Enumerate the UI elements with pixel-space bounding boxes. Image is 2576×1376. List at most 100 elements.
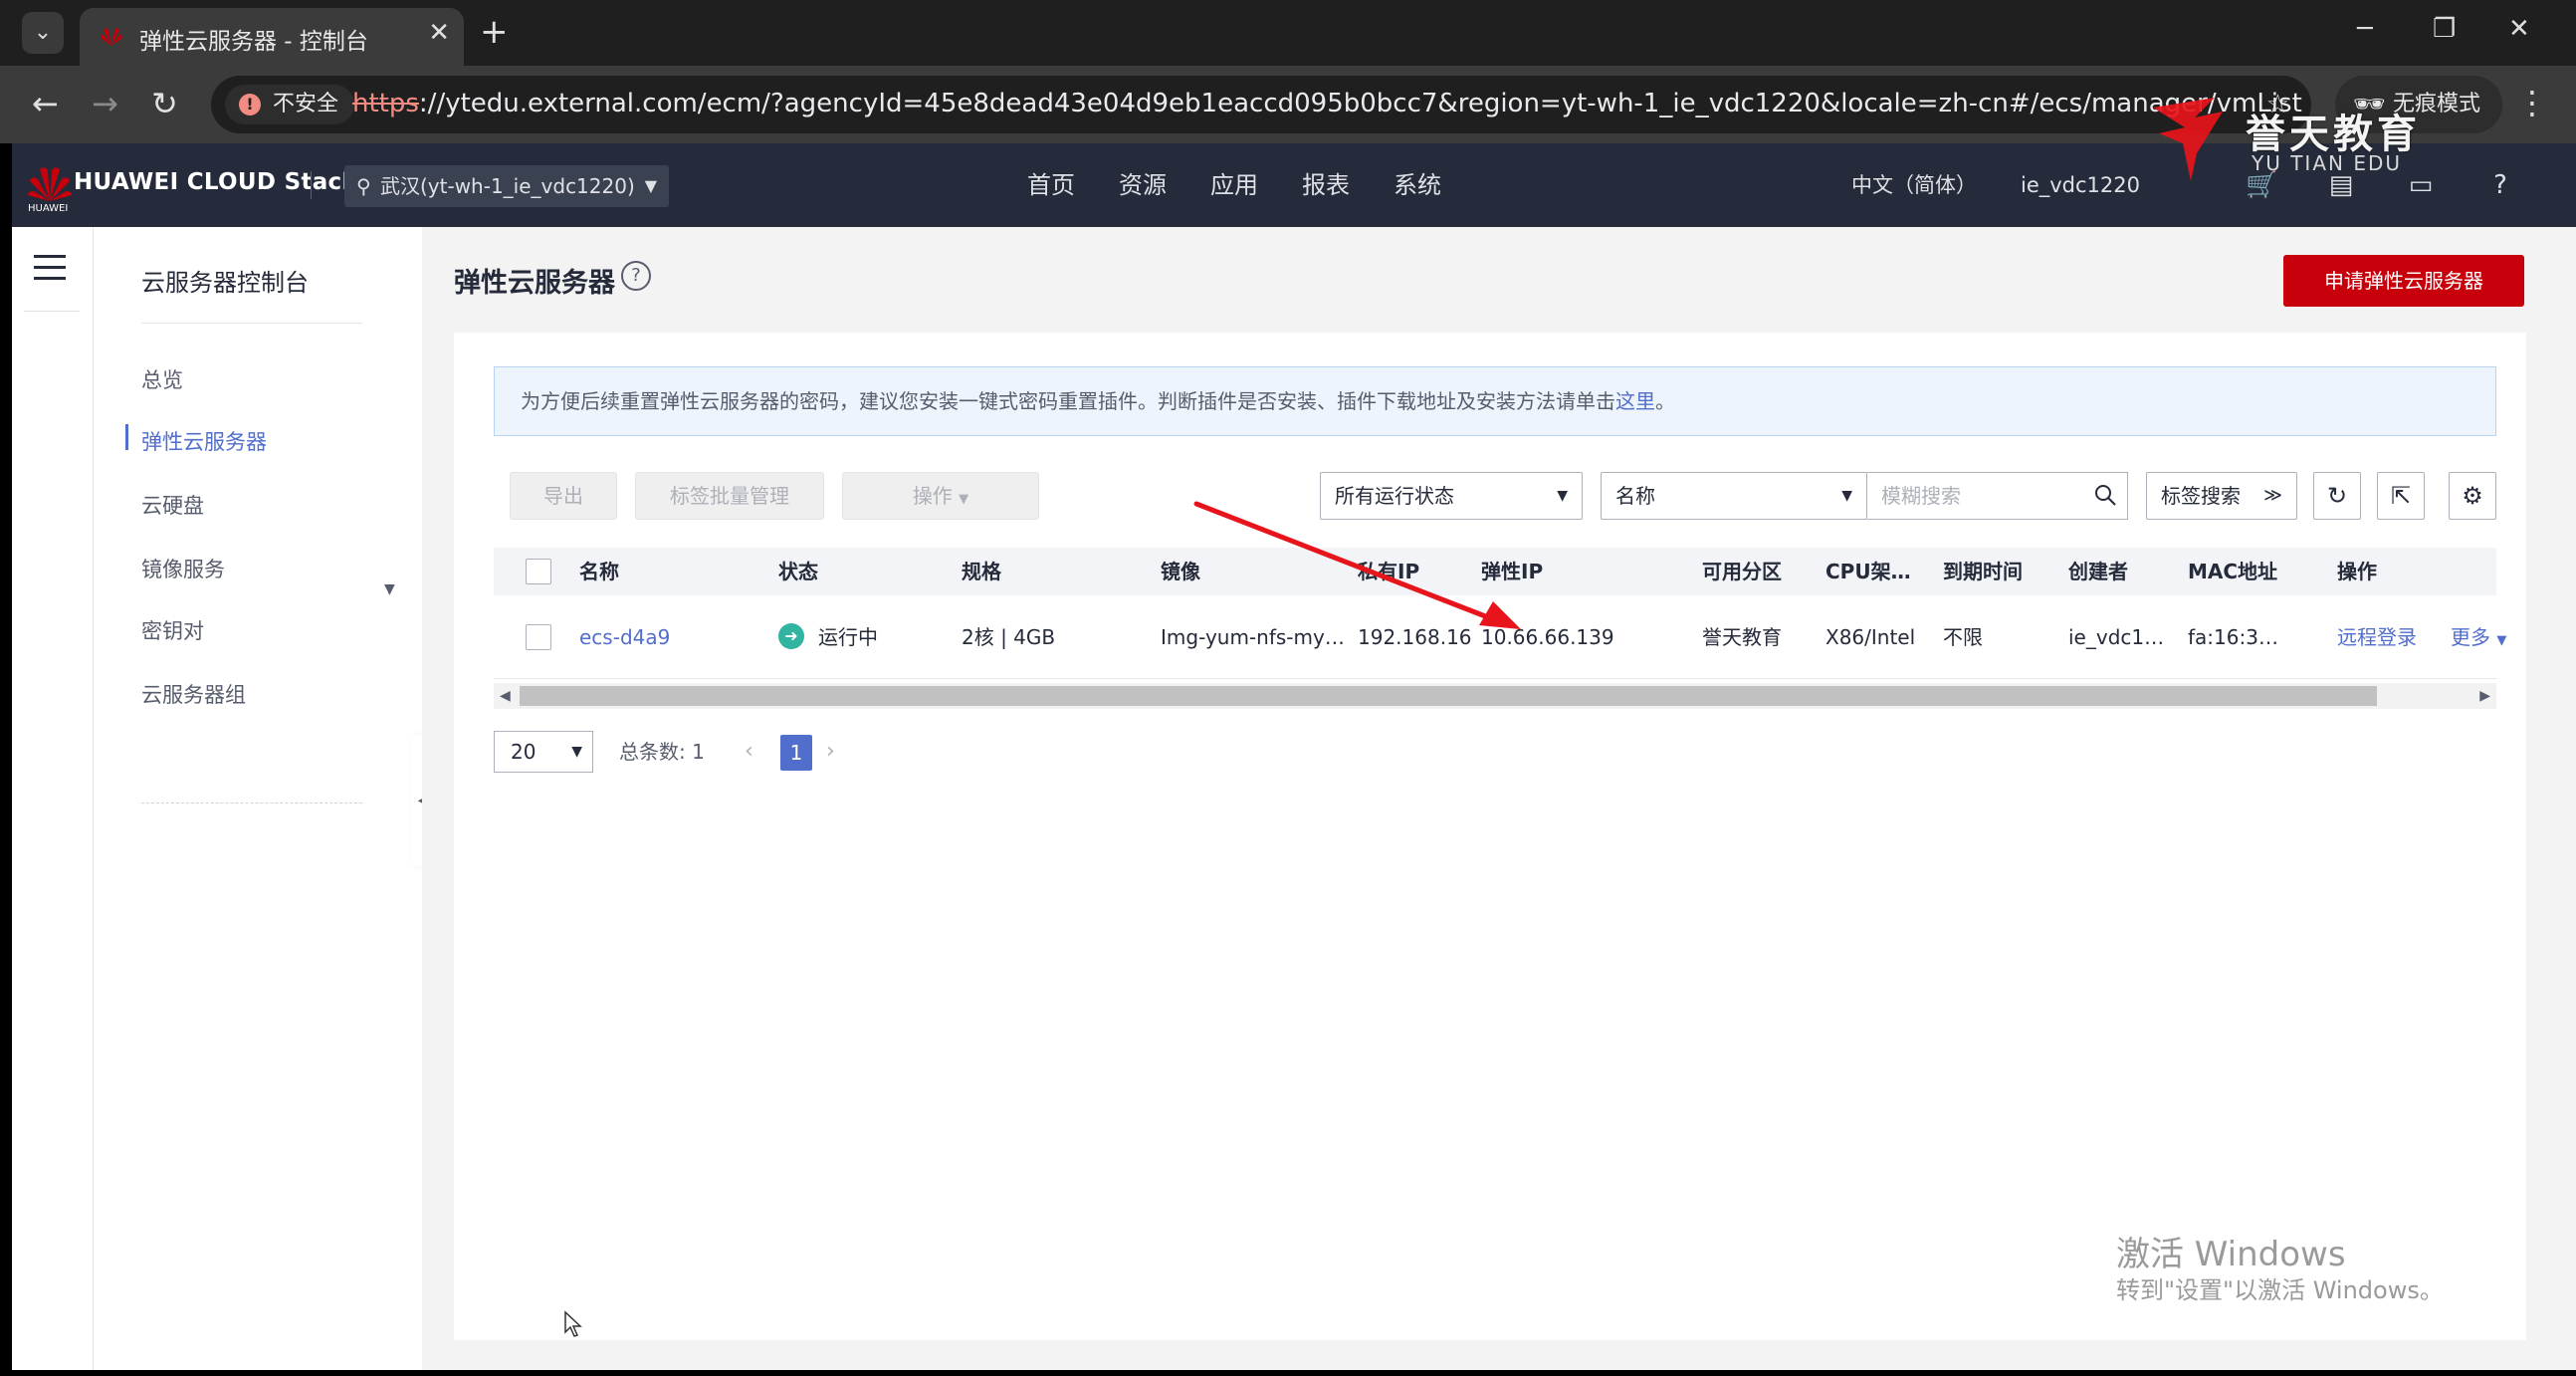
sidebar-item-ecs[interactable]: 弹性云服务器: [141, 426, 267, 456]
search-box[interactable]: [1867, 472, 2128, 520]
sidebar-divider: [141, 323, 362, 324]
question-icon[interactable]: ?: [621, 261, 651, 291]
running-status-icon: ➜: [778, 623, 804, 649]
forward-icon[interactable]: →: [92, 86, 118, 121]
sidebar-item-keypair[interactable]: 密钥对: [141, 615, 204, 645]
reload-icon[interactable]: ↻: [151, 86, 178, 121]
tag-search-button[interactable]: 标签搜索 ≫: [2146, 472, 2297, 520]
help-icon[interactable]: ?: [2484, 169, 2516, 201]
col-image[interactable]: 镜像: [1161, 548, 1200, 595]
select-all-checkbox[interactable]: [526, 559, 551, 584]
new-tab-icon[interactable]: +: [480, 12, 509, 52]
huawei-favicon-icon: [101, 28, 122, 46]
col-mac[interactable]: MAC地址: [2188, 548, 2277, 595]
console-app: HUAWEI HUAWEI CLOUD Stack ⚲ 武汉(yt-wh-1_i…: [12, 143, 2576, 1370]
address-bar[interactable]: ! 不安全 https://ytedu.external.com/ecm/?ag…: [211, 76, 2311, 133]
chevron-down-icon: ▼: [2496, 633, 2507, 648]
field-filter-value: 名称: [1615, 484, 1655, 508]
export-button[interactable]: 导出: [510, 472, 617, 520]
sidebar-item-evs[interactable]: 云硬盘: [141, 490, 204, 520]
next-page-icon[interactable]: ›: [826, 731, 835, 773]
status-filter[interactable]: 所有运行状态 ▼: [1320, 472, 1583, 520]
security-indicator[interactable]: ! 不安全: [225, 85, 355, 124]
more-actions-link[interactable]: 更多 ▼: [2451, 595, 2506, 683]
minimize-window-icon[interactable]: ─: [2357, 14, 2373, 44]
horizontal-scrollbar[interactable]: ◀ ▶: [494, 683, 2496, 709]
nav-system[interactable]: 系统: [1394, 143, 1441, 227]
huawei-wordmark: HUAWEI: [28, 203, 69, 214]
status-filter-value: 所有运行状态: [1335, 484, 1454, 508]
tab-title: 弹性云服务器 - 控制台: [139, 29, 368, 55]
nav-apps[interactable]: 应用: [1210, 143, 1258, 227]
close-tab-icon[interactable]: ✕: [428, 18, 450, 48]
scroll-left-icon[interactable]: ◀: [500, 683, 511, 709]
export-list-icon[interactable]: ⇱: [2377, 472, 2425, 520]
total-value: 1: [692, 740, 705, 764]
prev-page-icon[interactable]: ‹: [745, 731, 753, 773]
field-filter[interactable]: 名称 ▼: [1601, 472, 1867, 520]
sidebar-item-server-group[interactable]: 云服务器组: [141, 679, 246, 709]
tag-batch-button[interactable]: 标签批量管理: [635, 472, 824, 520]
main-nav: 首页 资源 应用 报表 系统: [1027, 143, 1441, 227]
server-name-link[interactable]: ecs-d4a9: [579, 595, 670, 679]
menu-icon[interactable]: [34, 255, 66, 288]
sidebar: 云服务器控制台 总览 弹性云服务器 云硬盘 ▼ 镜像服务 密钥对 云服务器组: [94, 227, 422, 1370]
restore-window-icon[interactable]: ❐: [2433, 14, 2456, 44]
col-az[interactable]: 可用分区: [1702, 548, 1782, 595]
notice-link[interactable]: 这里: [1615, 389, 1655, 413]
sidebar-item-overview[interactable]: 总览: [141, 364, 183, 394]
language-switcher[interactable]: 中文（简体）: [1851, 143, 1977, 227]
nav-home[interactable]: 首页: [1027, 143, 1075, 227]
messages-icon[interactable]: ▭: [2405, 169, 2437, 201]
col-eip[interactable]: 弹性IP: [1481, 548, 1543, 595]
col-creator[interactable]: 创建者: [2068, 548, 2128, 595]
tab-search-button[interactable]: ⌄: [22, 12, 64, 54]
col-cpu[interactable]: CPU架…: [1825, 548, 1911, 595]
back-icon[interactable]: ←: [32, 86, 59, 121]
close-window-icon[interactable]: ✕: [2508, 14, 2530, 44]
col-private-ip[interactable]: 私有IP: [1358, 548, 1419, 595]
col-spec[interactable]: 规格: [962, 548, 1001, 595]
search-icon[interactable]: [2093, 483, 2117, 507]
col-name[interactable]: 名称: [579, 548, 619, 595]
chevron-down-icon: ▼: [644, 176, 657, 195]
header-divider: [311, 171, 312, 199]
scrollbar-thumb[interactable]: [520, 686, 2377, 706]
settings-gear-icon[interactable]: ⚙: [2449, 472, 2496, 520]
apply-ecs-button[interactable]: 申请弹性云服务器: [2283, 255, 2524, 307]
current-page[interactable]: 1: [780, 735, 812, 771]
service-rail: [12, 227, 94, 1370]
remote-login-link[interactable]: 远程登录: [2337, 595, 2417, 679]
browser-tab[interactable]: 弹性云服务器 - 控制台 ✕: [80, 8, 464, 66]
main-content: 弹性云服务器 ? 申请弹性云服务器 为方便后续重置弹性云服务器的密码，建议您安装…: [422, 227, 2576, 1370]
page-size-select[interactable]: 20 ▼: [494, 731, 593, 773]
watermark-brand-en: YU TIAN EDU: [2252, 151, 2403, 175]
chevron-down-icon: ▼: [1557, 488, 1568, 504]
eip-value: 10.66.66.139: [1481, 625, 1614, 649]
row-checkbox[interactable]: [526, 624, 551, 650]
total-label: 总条数:: [619, 740, 686, 764]
table-row[interactable]: ecs-d4a9 ➜ 运行中 2核 | 4GB Img-yum-nfs-my… …: [494, 595, 2506, 679]
browser-menu-icon[interactable]: ⋮: [2516, 84, 2548, 121]
operations-dropdown[interactable]: 操作 ▼: [842, 472, 1039, 520]
image-value[interactable]: Img-yum-nfs-my…: [1161, 595, 1345, 679]
double-chevron-down-icon: ≫: [2263, 485, 2282, 506]
user-menu[interactable]: ie_vdc1220: [2021, 143, 2140, 227]
more-label: 更多: [2451, 625, 2490, 649]
col-expire[interactable]: 到期时间: [1943, 548, 2023, 595]
mac-value: fa:16:3…: [2188, 625, 2278, 649]
product-brand: HUAWEI CLOUD Stack: [74, 169, 358, 195]
url-text[interactable]: https://ytedu.external.com/ecm/?agencyId…: [352, 89, 2302, 118]
refresh-icon[interactable]: ↻: [2313, 472, 2361, 520]
active-indicator: [125, 424, 128, 450]
region-selector[interactable]: ⚲ 武汉(yt-wh-1_ie_vdc1220) ▼: [344, 165, 669, 207]
col-status[interactable]: 状态: [778, 548, 818, 595]
sidebar-item-ims[interactable]: 镜像服务: [141, 554, 225, 583]
nav-reports[interactable]: 报表: [1302, 143, 1350, 227]
col-actions: 操作: [2337, 560, 2377, 583]
search-input[interactable]: [1881, 484, 2080, 508]
scroll-right-icon[interactable]: ▶: [2479, 683, 2490, 709]
nav-resources[interactable]: 资源: [1119, 143, 1167, 227]
operations-label: 操作: [912, 484, 953, 508]
chevron-down-icon[interactable]: ▼: [384, 581, 395, 597]
